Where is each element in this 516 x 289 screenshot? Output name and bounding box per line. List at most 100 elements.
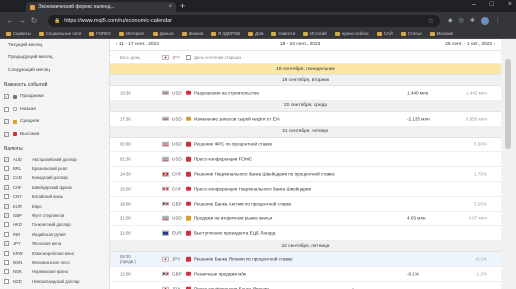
event-row[interactable]: 14:30 CHF Решение Национального банка Швей… (110, 167, 501, 182)
checkbox[interactable] (4, 250, 9, 256)
importance-option[interactable]: Низкая (0, 103, 109, 116)
lock-icon[interactable]: 🔒 (54, 18, 60, 24)
importance-title: Важность событий (4, 82, 48, 88)
checkbox[interactable] (4, 259, 9, 265)
bookmark-item[interactable]: нужно сейчас (334, 31, 369, 36)
maximize-icon[interactable]: □ (490, 1, 494, 8)
all-day-row[interactable]: Весь день JPY День почтения старших (110, 51, 501, 64)
extension-icon[interactable]: ◎ (459, 17, 464, 24)
bookmark-item[interactable]: FOREX (89, 31, 111, 36)
event-name[interactable]: Пресс-конференция FOMC (194, 157, 252, 162)
bookmark-label: нужно сейчас (341, 31, 369, 36)
close-tab-icon[interactable]: × (168, 4, 172, 10)
forward-icon[interactable]: → (16, 16, 28, 25)
currency-option[interactable]: ✓ GBP Фунт стерлингов (0, 211, 109, 220)
event-row[interactable]: 12:00 GBP Розничные продажи м/м -0.1% -1.2% (110, 267, 501, 282)
currency-option[interactable]: KRW Южнокорейская вона (0, 248, 109, 257)
puzzle-icon[interactable]: ✱ (470, 17, 475, 24)
event-name[interactable]: Решение ФРС по процентной ставке (194, 142, 272, 147)
reload-icon[interactable]: ↻ (28, 16, 40, 25)
close-window-icon[interactable]: × (508, 1, 512, 8)
extension-icon[interactable]: ◆ (448, 17, 453, 24)
event-row[interactable]: 15:00 CHF Пресс-конференция Национального … (110, 182, 501, 197)
period-option[interactable]: Следующий месяц (0, 64, 109, 77)
bookmark-item[interactable]: Магазин (429, 31, 453, 36)
scrollbar[interactable] (501, 39, 516, 289)
bookmark-item[interactable]: Дом (248, 31, 263, 36)
checkbox[interactable]: ✓ (4, 119, 9, 125)
checkbox[interactable]: ✓ (4, 213, 9, 219)
event-row[interactable]: 17:30 USD Изменение запасов сырой нефти от… (110, 112, 501, 127)
currency-option[interactable]: ✓ CHF Швейцарский франк (0, 183, 109, 192)
event-name[interactable]: Решение Банка Японии по процентной ставк… (194, 257, 293, 262)
event-name[interactable]: Решение Банка Англии по процентной ставк… (194, 201, 292, 206)
bookmark-item[interactable]: Сервисы (6, 31, 31, 36)
currency-option[interactable]: INR Индийская рупия (0, 230, 109, 239)
checkbox[interactable] (4, 278, 9, 284)
bookmark-item[interactable]: Интернет (118, 31, 145, 36)
currency-option[interactable]: HKD Гонконгский доллар (0, 220, 109, 229)
bookmark-item[interactable]: САЙ (376, 31, 393, 36)
currency-option[interactable]: NOK Норвежская крона (0, 267, 109, 276)
currency-option[interactable]: NZD Новозеландский доллар (0, 277, 109, 286)
bookmark-item[interactable]: Истосий (303, 31, 327, 36)
bookmark-item[interactable]: Статьи (400, 31, 422, 36)
event-row[interactable]: JPY Пресс-конференция Банка Японии (110, 282, 501, 289)
back-icon[interactable]: ← (4, 16, 16, 25)
checkbox[interactable]: ✓ (4, 241, 9, 247)
address-bar[interactable]: 🔒 https://www.mql5.com/ru/economic-calen… (48, 14, 440, 27)
event-name[interactable]: Выступление президента ЕЦБ Лагард (194, 231, 275, 236)
event-name[interactable]: Розничные продажи м/м (194, 271, 246, 276)
currency-option[interactable]: ✓ JPY Японская иена (0, 239, 109, 248)
event-row[interactable]: 18:00 GBP Решение Банка Англии по процентн… (110, 197, 501, 212)
minimize-icon[interactable]: – (472, 1, 476, 8)
period-option[interactable]: Текущий месяц (0, 39, 109, 52)
checkbox[interactable] (4, 194, 9, 200)
event-row[interactable]: 19:30 USD Разрешения на строительство 1.440… (110, 86, 501, 101)
menu-icon[interactable]: ⋮ (495, 17, 501, 24)
prev-week-link[interactable]: ‹ 11 - 17 сент., 2023 (116, 42, 159, 47)
currency-option[interactable]: ✓ EUR Евро (0, 201, 109, 210)
period-option[interactable]: Предыдущий месяц (0, 52, 109, 65)
scrollbar-thumb[interactable] (505, 59, 511, 149)
currency-option[interactable]: ✓ CAD Канадский доллар (0, 173, 109, 182)
currency-option[interactable]: ✓ AUD Австралийский доллар (0, 155, 109, 164)
checkbox[interactable]: ✓ (4, 184, 9, 190)
event-row[interactable]: 21:00 EUR Выступление президента ЕЦБ Лагар… (110, 226, 501, 242)
event-row[interactable]: 01:30 USD Пресс-конференция FOMC (110, 152, 501, 168)
checkbox[interactable] (4, 106, 9, 112)
event-name[interactable]: Продажи на вторичном рынке жилья (194, 216, 272, 221)
event-row[interactable]: 09:30 (предв.) JPY Решение Банка Японии по… (110, 252, 501, 267)
event-name[interactable]: Разрешения на строительство (194, 90, 259, 95)
bookmark-item[interactable]: Социальные сети (38, 31, 81, 36)
importance-option[interactable]: ✓ Средняя (0, 116, 109, 129)
next-week-link[interactable]: 25 сент. - 1 окт., 2023 › (445, 42, 495, 47)
checkbox[interactable]: ✓ (4, 175, 9, 181)
event-row[interactable]: 21:00 USD Продажи на вторичном рынке жилья… (110, 212, 501, 227)
bookmark-item[interactable]: Я ЗДОРОВ (211, 31, 240, 36)
event-name[interactable]: Изменение запасов сырой нефти от EIA (194, 116, 280, 121)
checkbox[interactable] (4, 166, 9, 172)
bookmark-item[interactable]: Новости (271, 31, 295, 36)
importance-option[interactable]: ✓ Праздники (0, 91, 109, 104)
currency-option[interactable]: MXN Мексиканское песо (0, 258, 109, 267)
event-name[interactable]: Пресс-конференция Национального банка Шв… (194, 186, 311, 191)
event-name[interactable]: Решение Национального банка Швейцарии по… (194, 172, 335, 177)
checkbox[interactable] (4, 222, 9, 228)
checkbox[interactable]: ✓ (4, 94, 9, 100)
new-tab-icon[interactable]: + (180, 1, 185, 11)
checkbox[interactable] (4, 269, 9, 275)
checkbox[interactable]: ✓ (4, 131, 9, 137)
currency-option[interactable]: CNY Китайский юань (0, 192, 109, 201)
bookmark-item[interactable]: Знания (181, 31, 203, 36)
currency-option[interactable]: BRL Бразильский реал (0, 164, 109, 173)
event-row[interactable]: 01:00 USD Решение ФРС по процентной ставке… (110, 138, 501, 153)
avatar[interactable] (480, 16, 489, 25)
importance-option[interactable]: ✓ Высокая (0, 128, 109, 141)
bookmark-star-icon[interactable]: ☆ (428, 17, 434, 25)
checkbox[interactable]: ✓ (4, 203, 9, 209)
checkbox[interactable] (4, 231, 9, 237)
browser-tab[interactable]: Экономический форекс календ... × (26, 2, 176, 12)
checkbox[interactable]: ✓ (4, 156, 9, 162)
bookmark-item[interactable]: Деньги (152, 31, 174, 36)
